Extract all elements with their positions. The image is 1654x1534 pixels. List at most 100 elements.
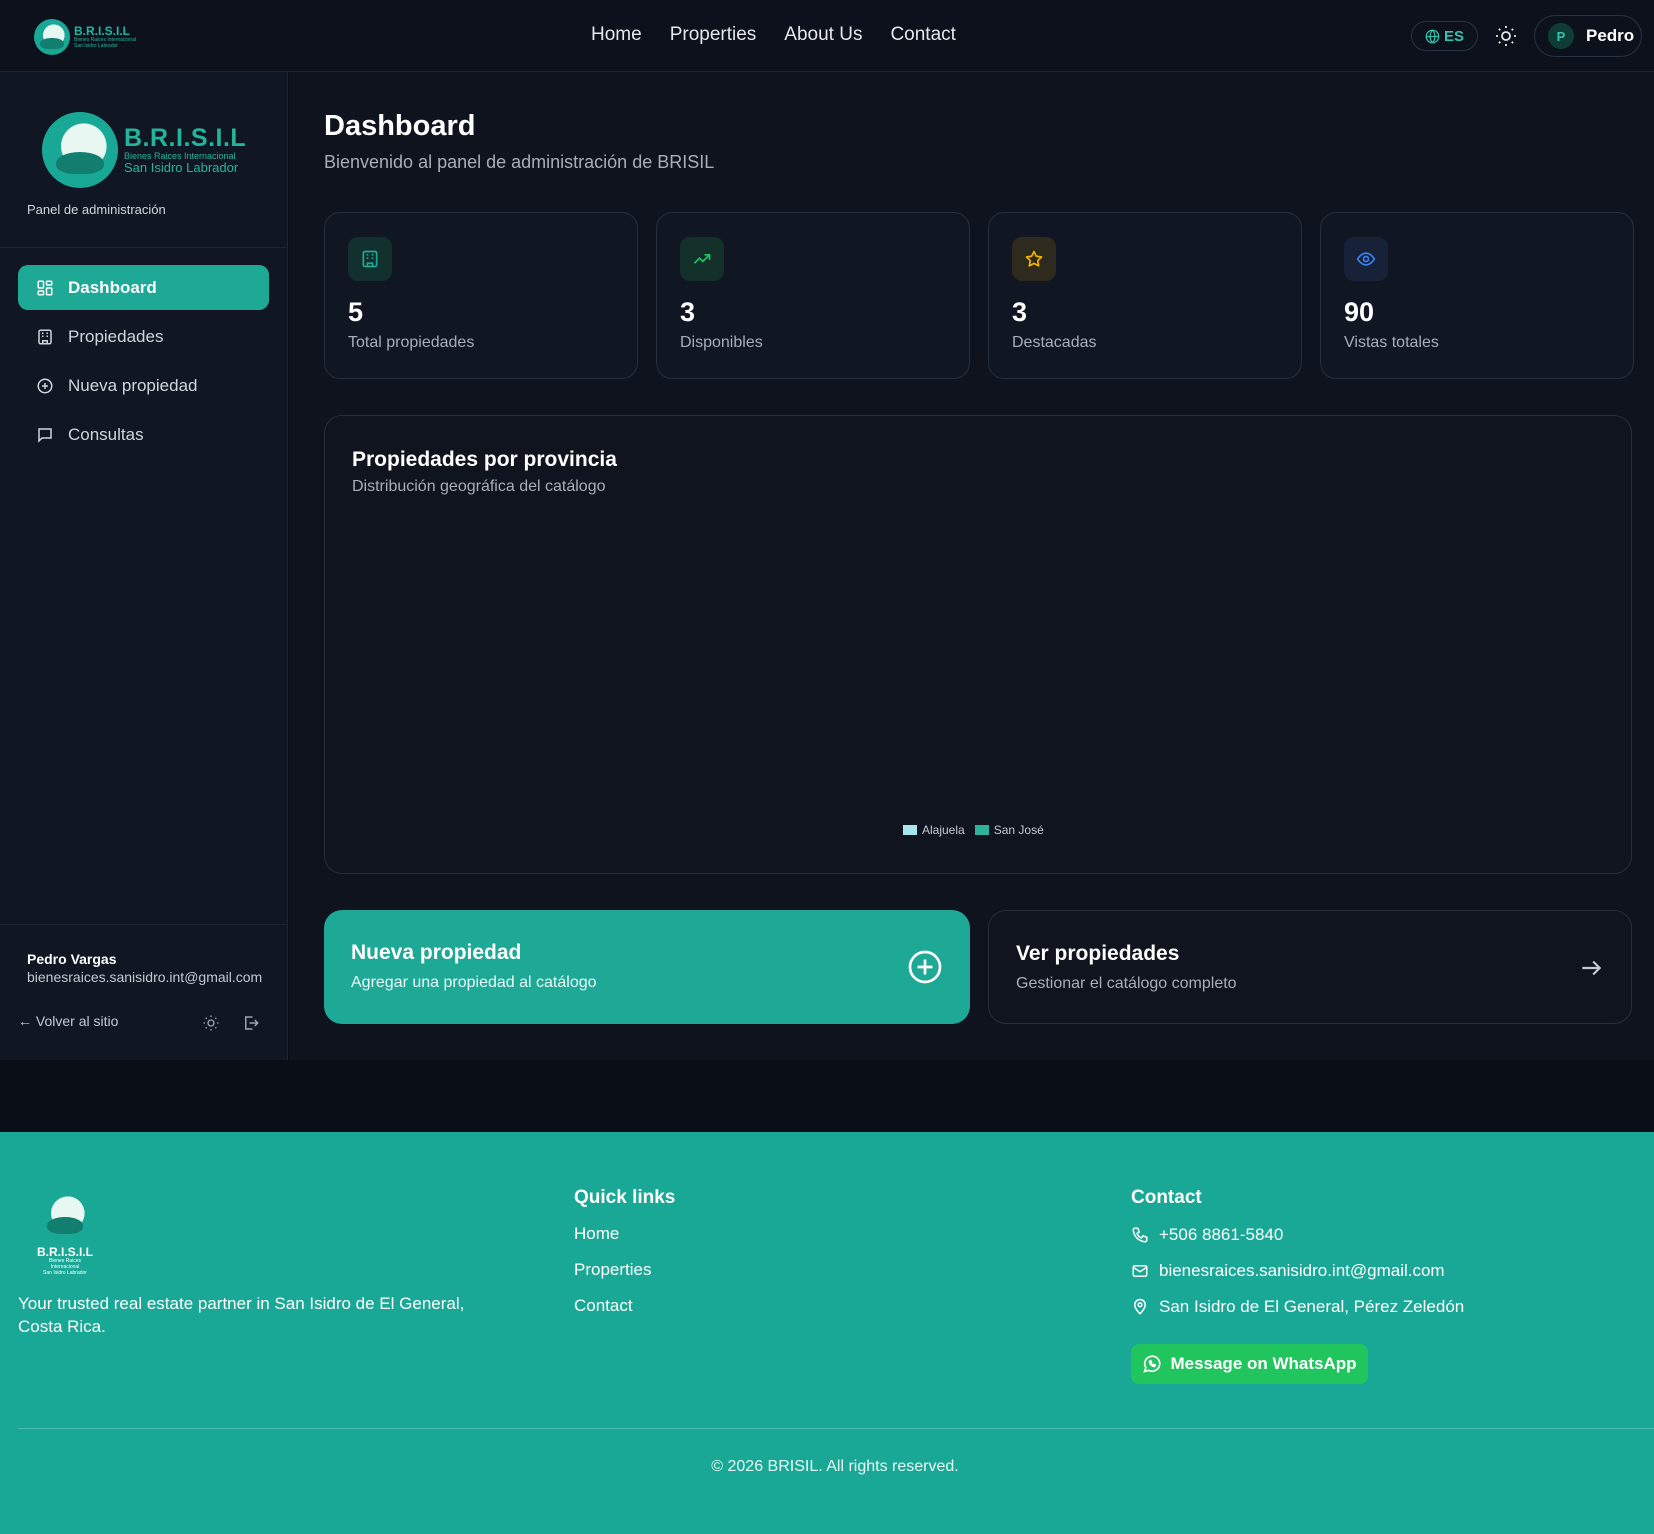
whatsapp-label: Message on WhatsApp <box>1170 1354 1357 1373</box>
logo-line2: San Isidro Labrador <box>74 43 118 49</box>
divider <box>0 247 287 248</box>
sidebar-item-nueva-propiedad[interactable]: Nueva propiedad <box>18 363 269 408</box>
back-to-site-link[interactable]: ← Volver al sitio <box>18 1013 118 1029</box>
nav-link-properties[interactable]: Properties <box>670 24 757 46</box>
eye-icon <box>1356 252 1376 266</box>
stat-card-total: 5 Total propiedades <box>324 212 638 379</box>
footer-link-home[interactable]: Home <box>574 1224 651 1245</box>
sidebar-user-name: Pedro Vargas <box>27 951 117 967</box>
message-icon <box>38 427 52 443</box>
nav-link-contact[interactable]: Contact <box>890 24 955 46</box>
logout-icon <box>245 1016 259 1030</box>
theme-toggle-button[interactable] <box>1494 24 1518 48</box>
footer-brand: B.R.I.S.I.L <box>36 1245 93 1259</box>
contact-heading: Contact <box>1131 1187 1202 1208</box>
building-icon <box>362 250 378 268</box>
contact-email-text: bienesraices.sanisidro.int@gmail.com <box>1159 1260 1445 1280</box>
stat-value: 3 <box>680 297 696 327</box>
building-icon <box>38 329 52 344</box>
stat-card-vistas: 90 Vistas totales <box>1320 212 1634 379</box>
action-subtitle: Agregar una propiedad al catálogo <box>351 974 597 991</box>
footer-brand-line1: Bienes Raices Internacional <box>49 1258 81 1270</box>
legend-item-san-jose[interactable]: San José <box>974 823 1044 837</box>
map-pin-icon <box>1133 1298 1147 1315</box>
sidebar-item-dashboard[interactable]: Dashboard <box>18 265 269 310</box>
quick-links-list: Home Properties Contact <box>574 1224 651 1332</box>
top-navbar: B.R.I.S.I.L Bienes Raices Internacional … <box>0 0 1654 72</box>
action-title: Nueva propiedad <box>351 941 522 964</box>
sun-icon <box>203 1015 219 1031</box>
legend-swatch <box>903 825 917 835</box>
sun-icon <box>1496 26 1516 46</box>
new-property-action-card[interactable]: Nueva propiedad Agregar una propiedad al… <box>324 910 970 1024</box>
stat-value: 90 <box>1344 297 1375 327</box>
sidebar-item-consultas[interactable]: Consultas <box>18 412 269 457</box>
stat-value: 5 <box>348 297 364 327</box>
contact-phone-text: +506 8861-5840 <box>1159 1224 1284 1244</box>
sidebar-item-label: Consultas <box>68 424 144 444</box>
footer-link-contact[interactable]: Contact <box>574 1296 651 1317</box>
language-toggle-button[interactable]: ES <box>1411 21 1478 51</box>
logo-emblem-icon <box>37 1188 93 1244</box>
contact-email[interactable]: bienesraices.sanisidro.int@gmail.com <box>1131 1260 1464 1281</box>
avatar: P <box>1548 23 1574 49</box>
trending-up-icon <box>693 254 711 264</box>
contact-phone[interactable]: +506 8861-5840 <box>1131 1224 1464 1245</box>
chart-legend: Alajuela San José <box>903 823 1044 837</box>
stat-card-destacadas: 3 Destacadas <box>988 212 1302 379</box>
stat-icon-box <box>680 237 724 281</box>
language-label: ES <box>1443 27 1464 45</box>
admin-sidebar: B.R.I.S.I.L Bienes Raices Internacional … <box>0 72 288 1060</box>
panel-label: Panel de administración <box>27 202 166 217</box>
logo-brand: B.R.I.S.I.L <box>74 24 131 38</box>
user-menu-button[interactable]: P Pedro <box>1534 15 1642 57</box>
star-icon <box>1025 250 1043 267</box>
province-pie-chart <box>325 416 1633 875</box>
sidebar-item-label: Dashboard <box>68 277 157 297</box>
quick-links-heading: Quick links <box>574 1187 676 1208</box>
copyright: © 2026 BRISIL. All rights reserved. <box>711 1458 959 1475</box>
arrow-right-icon <box>1582 960 1602 976</box>
stat-label: Vistas totales <box>1344 334 1439 351</box>
logout-button[interactable] <box>242 1014 260 1032</box>
legend-swatch <box>974 825 989 835</box>
stat-label: Disponibles <box>680 334 763 351</box>
plus-circle-icon <box>908 950 942 984</box>
stat-icon-box <box>1012 237 1056 281</box>
logo-emblem-icon <box>34 19 70 55</box>
sidebar-brand-line2: San Isidro Labrador <box>124 160 239 175</box>
footer-logo[interactable]: B.R.I.S.I.L Bienes Raices Internacional … <box>36 1188 94 1276</box>
view-properties-action-card[interactable]: Ver propiedades Gestionar el catálogo co… <box>988 910 1632 1024</box>
whatsapp-button[interactable]: Message on WhatsApp <box>1131 1344 1368 1384</box>
stat-value: 3 <box>1012 297 1028 327</box>
page-subtitle: Bienvenido al panel de administración de… <box>324 152 715 172</box>
dashboard-main: Dashboard Bienvenido al panel de adminis… <box>289 72 1654 1060</box>
sidebar-theme-toggle-button[interactable] <box>202 1014 220 1032</box>
stat-icon-box <box>348 237 392 281</box>
plus-circle-icon <box>37 378 53 393</box>
dashboard-icon <box>37 280 53 295</box>
sidebar-item-label: Propiedades <box>68 326 164 346</box>
sidebar-item-label: Nueva propiedad <box>68 375 198 395</box>
sidebar-item-propiedades[interactable]: Propiedades <box>18 314 269 359</box>
whatsapp-icon <box>1143 1355 1161 1373</box>
mail-icon <box>1132 1264 1148 1277</box>
legend-label: San José <box>993 823 1044 837</box>
contact-address-text: San Isidro de El General, Pérez Zeledón <box>1159 1296 1465 1316</box>
legend-item-alajuela[interactable]: Alajuela <box>903 823 965 837</box>
nav-link-home[interactable]: Home <box>591 24 642 46</box>
sidebar-logo[interactable]: B.R.I.S.I.L Bienes Raices Internacional … <box>42 112 246 188</box>
globe-icon <box>1425 29 1440 43</box>
site-footer: B.R.I.S.I.L Bienes Raices Internacional … <box>0 1132 1654 1534</box>
footer-link-properties[interactable]: Properties <box>574 1260 651 1281</box>
divider <box>0 924 287 925</box>
nav-link-about[interactable]: About Us <box>784 24 862 46</box>
stat-label: Destacadas <box>1012 334 1097 351</box>
action-title: Ver propiedades <box>1016 942 1180 965</box>
logo-emblem-icon <box>42 112 118 188</box>
sidebar-menu: Dashboard Propiedades Nueva propiedad Co… <box>18 265 269 461</box>
header-logo[interactable]: B.R.I.S.I.L Bienes Raices Internacional … <box>34 19 136 55</box>
page-title: Dashboard <box>324 110 476 142</box>
main-nav: Home Properties About Us Contact <box>591 24 956 46</box>
divider <box>18 1428 1654 1429</box>
